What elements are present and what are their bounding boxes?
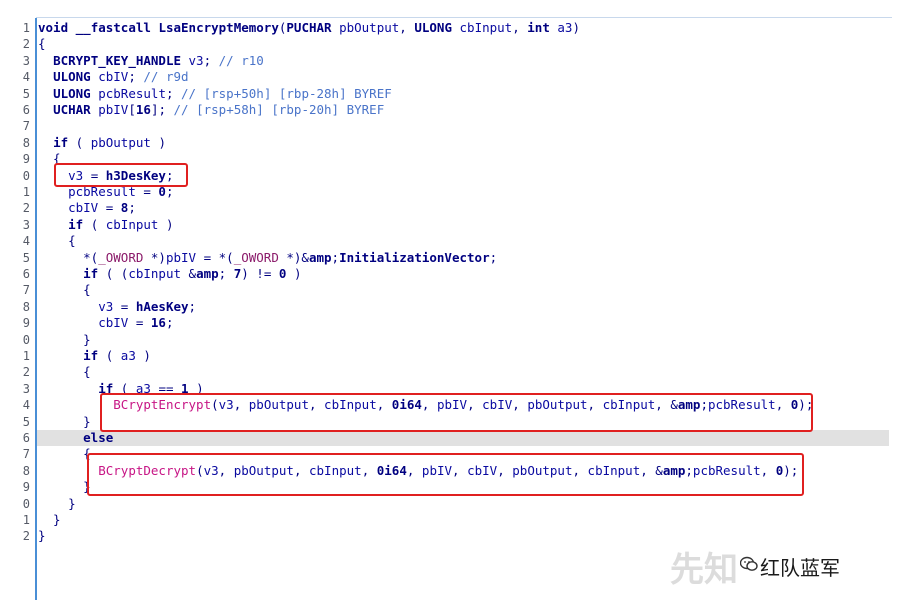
line-number: 2 [22,365,30,380]
gutter-border [35,18,37,600]
wechat-icon [739,556,758,576]
watermark-text: 红队蓝军 [760,556,840,580]
code-line[interactable]: } [38,512,61,528]
line-number: 4 [22,70,30,85]
line-number: 2 [22,529,30,544]
line-number: 5 [22,250,30,265]
code-line[interactable]: { [38,233,76,249]
line-number: 1 [22,185,30,199]
code-line[interactable]: v3 = hAesKey; [38,299,196,315]
watermark: 先知 红队蓝军 [650,540,890,590]
code-line[interactable]: UCHAR pbIV[16]; // [rsp+58h] [rbp-20h] B… [38,102,384,118]
annotation-box-bcryptencrypt [100,393,813,432]
line-number: 0 [22,496,30,511]
line-number: 0 [22,332,30,347]
line-number: 4 [22,234,30,249]
code-line[interactable]: { [38,282,91,298]
code-line[interactable]: cbIV = 8; [38,200,136,216]
line-number: 8 [22,463,30,478]
code-line[interactable]: BCRYPT_KEY_HANDLE v3; // r10 [38,53,264,69]
line-number: 2 [22,201,30,216]
code-line[interactable]: if ( a3 ) [38,348,151,364]
code-line[interactable]: *(_OWORD *)pbIV = *(_OWORD *)&amp;Initia… [38,250,497,266]
annotation-box-3deskey [54,163,188,187]
line-number: 2 [22,37,30,52]
code-line[interactable]: cbIV = 16; [38,315,173,331]
line-number: 6 [22,267,30,281]
code-line[interactable]: } [38,528,46,544]
line-number: 7 [22,283,30,298]
code-line[interactable]: if ( (cbInput &amp; 7) != 0 ) [38,266,301,282]
line-number: 7 [22,447,30,462]
code-line[interactable]: { [38,36,46,52]
line-number: 6 [22,103,30,117]
code-line[interactable]: if ( pbOutput ) [38,135,166,151]
line-number: 5 [22,86,30,101]
line-number: 5 [22,414,30,429]
code-line[interactable]: } [38,332,91,348]
line-number: 1 [22,21,30,35]
code-line[interactable]: } [38,414,91,430]
line-number: 9 [22,480,30,495]
line-number: 1 [22,513,30,527]
code-line[interactable]: { [38,446,91,462]
line-number: 3 [22,381,30,396]
line-number: 8 [22,299,30,314]
watermark-logo: 先知 [670,550,738,590]
line-number: 7 [22,119,30,134]
line-number: 1 [22,349,30,363]
code-line[interactable]: { [38,364,91,380]
code-line[interactable]: ULONG pcbResult; // [rsp+50h] [rbp-28h] … [38,86,392,102]
line-number: 9 [22,152,30,167]
line-number: 0 [22,168,30,183]
editor-top-border [36,17,892,18]
code-line[interactable]: else [38,430,113,446]
code-line[interactable]: void __fastcall LsaEncryptMemory(PUCHAR … [38,20,580,36]
line-number: 9 [22,316,30,331]
line-number: 3 [22,53,30,68]
code-line[interactable]: ULONG cbIV; // r9d [38,69,189,85]
line-number: 3 [22,217,30,232]
code-line[interactable]: if ( cbInput ) [38,217,173,233]
code-line[interactable]: } [38,479,91,495]
line-number: 8 [22,135,30,150]
line-number: 4 [22,398,30,413]
annotation-box-bcryptdecrypt [87,453,804,496]
code-line[interactable]: } [38,496,76,512]
current-line-highlight [37,430,889,447]
line-number: 6 [22,431,30,445]
